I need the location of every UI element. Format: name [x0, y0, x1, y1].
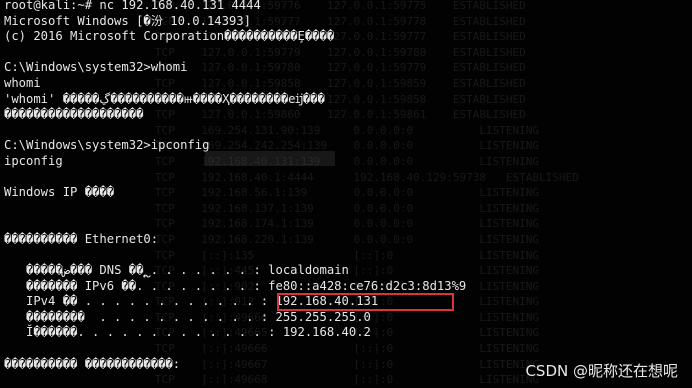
terminal-line: root@kali:~# nc 192.168.40.131 4444 [4, 0, 261, 12]
terminal-line: �����ض��� DNS ��ຼ . . . . . . . : locald… [4, 263, 349, 278]
terminal-line: Windows IP ���� [4, 185, 115, 200]
terminal-line: ���������� Ethernet0: [4, 231, 159, 246]
terminal-line: Microsoft Windows [�汾 10.0.14393] [4, 13, 251, 28]
ip-highlight-box [277, 293, 454, 311]
terminal-line: C:\Windows\system32>whomi [4, 60, 188, 75]
terminal-window[interactable]: TCP 127.0.0.1:59776 127.0.0.1:59775 ESTA… [0, 0, 692, 388]
terminal-line: 'whomi' �����ڲ����������ⲿ����Ҳ��������еĳ… [4, 91, 325, 106]
terminal-line: �������� . . . . . . . . . . . : 255.255… [4, 309, 371, 324]
terminal-line: C:\Windows\system32>ipconfig [4, 138, 210, 153]
terminal-line: (c) 2016 Microsoft Corporation����������… [4, 29, 335, 44]
watermark: CSDN @昵称还在想呢 [525, 362, 678, 380]
terminal-line: ������� IPv6 ��. . . . . . . . : fe80::a… [4, 278, 467, 293]
terminal-line: Ĭ������. . . . . . . . . . . . . : 192.1… [4, 325, 371, 340]
terminal-line: ���������� ������������: [4, 356, 181, 371]
terminal-line: ������������������� [4, 107, 144, 122]
terminal-line: whomi [4, 75, 41, 90]
terminal-output: root@kali:~# nc 192.168.40.131 4444 Micro… [4, 0, 466, 372]
terminal-line: ipconfig [4, 153, 63, 168]
